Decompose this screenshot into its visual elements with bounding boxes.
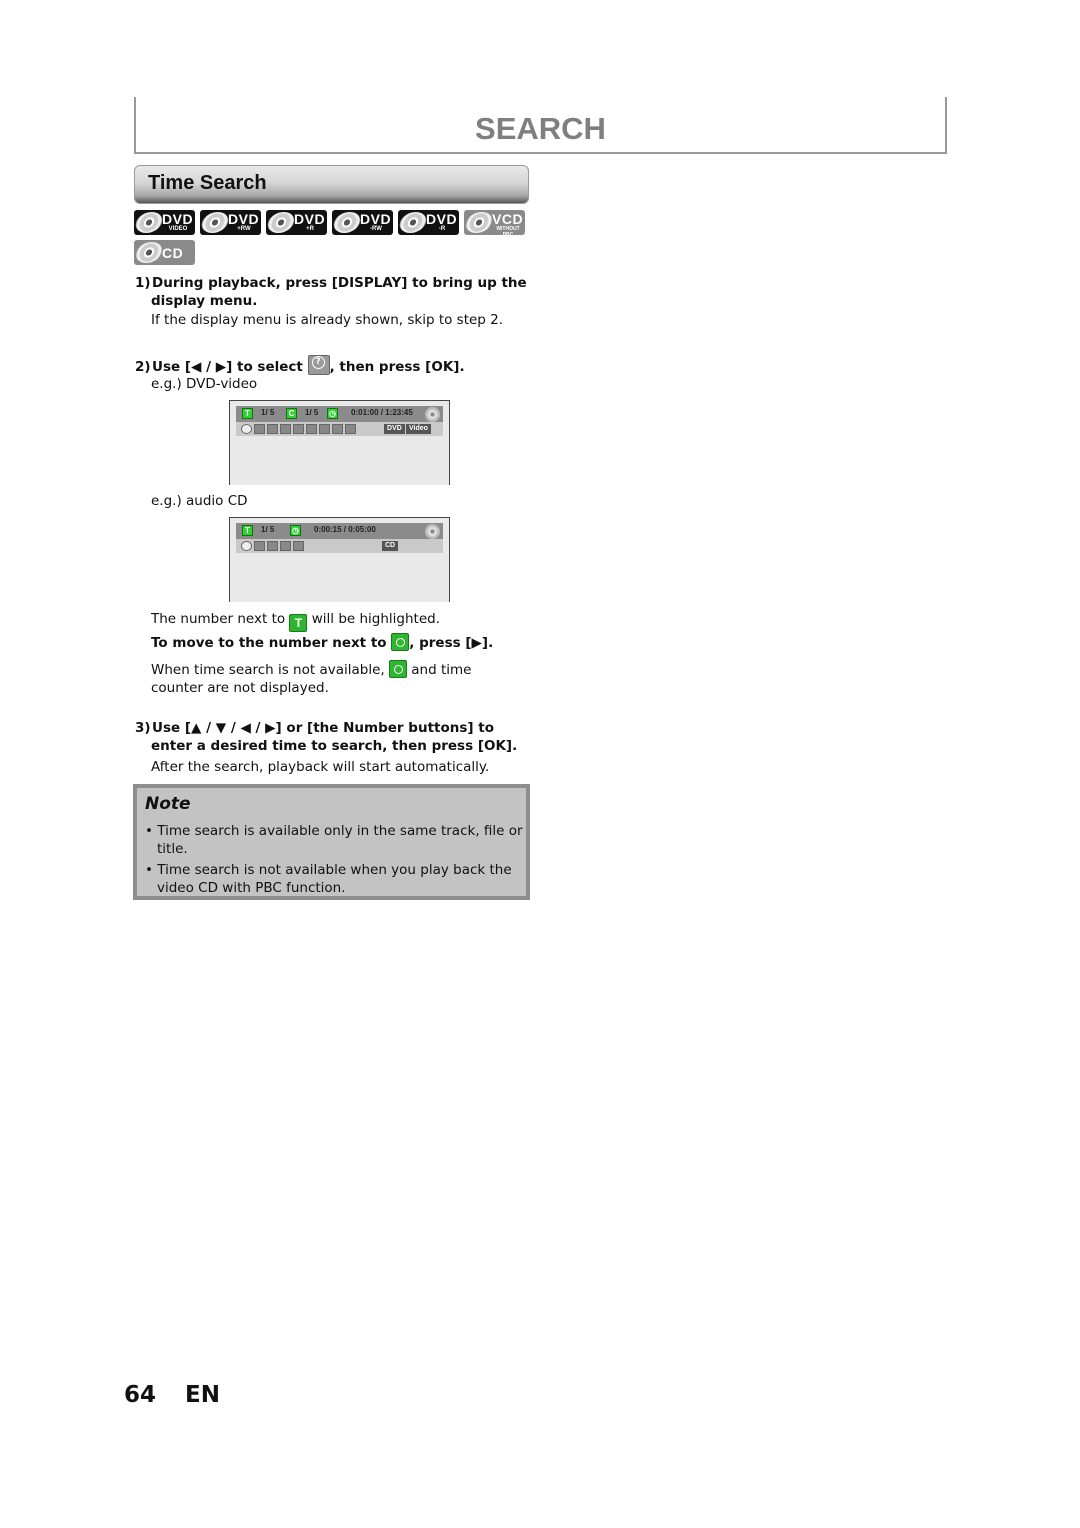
chapter-title: SEARCH [475, 111, 606, 146]
repeat-icon [293, 424, 304, 434]
example-cd-label: e.g.) audio CD [151, 493, 248, 509]
disc-icon [425, 524, 440, 539]
unavailable-note-cont: counter are not displayed. [151, 680, 329, 696]
surround-icon [345, 424, 356, 434]
disc-icon [463, 212, 495, 233]
step-3-body: After the search, playback will start au… [151, 759, 490, 775]
noise-reduction-icon [319, 424, 330, 434]
repeat-icon [267, 541, 278, 551]
angle-icon [280, 424, 291, 434]
time-counter: 0:00:15 / 0:05:00 [314, 525, 376, 534]
step-1-heading-cont: display menu. [151, 293, 258, 309]
page-language: EN [185, 1382, 220, 1408]
example-dvd-label: e.g.) DVD-video [151, 376, 258, 392]
title-icon: T [289, 614, 308, 632]
note-item: • Time search is available only in the s… [145, 823, 523, 857]
osd-screen-dvd: T 1/ 5 C 1/ 5 ◷ 0:01:00 / 1:23:45 DVD Vi… [229, 400, 450, 485]
step-3-heading-cont: enter a desired time to search, then pre… [151, 738, 518, 754]
clock-icon [388, 660, 407, 678]
dvd-video-badge: DVD VIDEO [133, 210, 195, 235]
osd-menu-bar: CD [236, 539, 443, 553]
time-search-icon [307, 355, 330, 375]
osd-info-bar: T 1/ 5 ◷ 0:00:15 / 0:05:00 [236, 523, 443, 539]
search-icon [241, 424, 252, 434]
vcd-without-pbc-badge: VCD WITHOUT PBC [463, 210, 525, 238]
note-title: Note [145, 794, 191, 814]
osd-menu-bar: DVD Video [236, 422, 443, 436]
step-1-heading: 1)During playback, press [DISPLAY] to br… [135, 275, 527, 291]
disc-icon [331, 212, 363, 233]
unavailable-note: When time search is not available, and t… [151, 660, 472, 678]
disc-icon [133, 242, 165, 263]
section-header: Time Search [134, 165, 529, 204]
disc-icon [397, 212, 429, 233]
clock-icon: ◷ [327, 408, 338, 419]
chapter-header: SEARCH [134, 97, 947, 154]
section-title: Time Search [148, 172, 267, 194]
surround-icon [293, 541, 304, 551]
note-box: Note • Time search is available only in … [133, 784, 530, 900]
subtitle-icon [267, 424, 278, 434]
step-1-body: If the display menu is already shown, sk… [151, 312, 504, 328]
dvd-minus-r-badge: DVD -R [397, 210, 459, 235]
title-icon: T [242, 408, 253, 419]
disc-icon [425, 407, 440, 422]
osd-screen-cd: T 1/ 5 ◷ 0:00:15 / 0:05:00 CD [229, 517, 450, 602]
move-instruction: To move to the number next to , press [▶… [151, 633, 494, 651]
search-icon [241, 541, 252, 551]
title-number: 1/ 5 [261, 408, 275, 417]
highlight-note: The number next to T will be highlighted… [151, 611, 441, 632]
dvd-plus-rw-badge: DVD +RW [199, 210, 261, 235]
disc-icon [133, 212, 165, 233]
title-icon: T [242, 525, 253, 536]
cd-badge: CD [133, 240, 195, 265]
dvd-minus-rw-badge: DVD -RW [331, 210, 393, 235]
page-number: 64 [124, 1382, 157, 1408]
chapter-icon: C [286, 408, 297, 419]
step-3-heading: 3)Use [▲ / ▼ / ◀ / ▶] or [the Number but… [135, 720, 494, 736]
disc-icon [265, 212, 297, 233]
note-item: • Time search is not available when you … [145, 862, 512, 896]
disc-type-label: DVD [384, 424, 405, 434]
marker-icon [306, 424, 317, 434]
zoom-icon [332, 424, 343, 434]
marker-icon [280, 541, 291, 551]
disc-icon [199, 212, 231, 233]
audio-icon [254, 424, 265, 434]
disc-type-label: CD [382, 541, 399, 551]
osd-info-bar: T 1/ 5 C 1/ 5 ◷ 0:01:00 / 1:23:45 [236, 406, 443, 422]
audio-icon [254, 541, 265, 551]
clock-icon: ◷ [290, 525, 301, 536]
track-number: 1/ 5 [261, 525, 275, 534]
chapter-number: 1/ 5 [305, 408, 319, 417]
time-counter: 0:01:00 / 1:23:45 [351, 408, 413, 417]
disc-format-label: Video [406, 424, 431, 434]
dvd-plus-r-badge: DVD +R [265, 210, 327, 235]
clock-icon [391, 633, 410, 651]
step-2-heading: 2)Use [◀ / ▶] to select , then press [OK… [135, 355, 465, 376]
